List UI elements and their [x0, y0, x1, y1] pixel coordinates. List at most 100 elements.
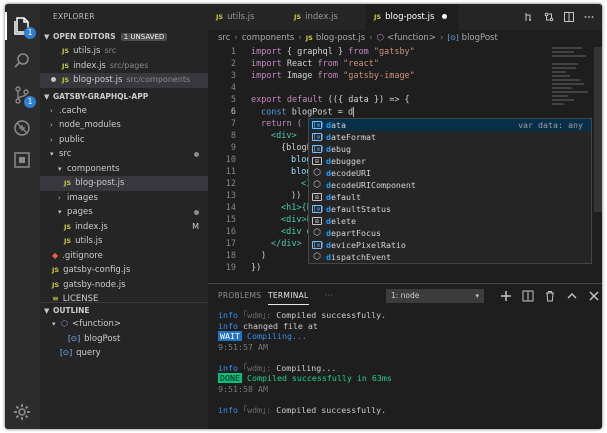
more-actions-icon[interactable] [584, 12, 594, 22]
suggestion-item[interactable]: ⬡ departFocus [309, 227, 591, 239]
tree-item-gitignore[interactable]: ◆ .gitignore [40, 249, 208, 264]
split-editor-icon[interactable] [564, 12, 574, 22]
open-editor-name: blog-post.js [73, 75, 123, 85]
keyword-token: from [317, 59, 339, 69]
terminal-line: info ｢wdm｣: Compiling... [218, 363, 594, 374]
suggestion-item[interactable]: [⊙] debug [309, 143, 591, 155]
files-icon[interactable]: 1 [5, 12, 36, 40]
function-cube-icon: ⬡ [313, 180, 321, 190]
tab-index[interactable]: JS index.js [286, 4, 366, 30]
split-terminal-icon[interactable] [522, 290, 534, 302]
debug-icon[interactable] [12, 118, 32, 138]
breadcrumb-item[interactable]: blogPost [462, 33, 498, 43]
trash-icon[interactable] [544, 290, 556, 302]
line-number: 14 [225, 203, 236, 213]
chevron-right-icon: › [234, 33, 238, 43]
tree-item-label: node_modules [59, 120, 121, 130]
add-terminal-icon[interactable] [500, 290, 512, 302]
variable-icon: [⊙] [312, 241, 324, 249]
terminal-select-value: 1: node [391, 291, 420, 300]
tree-item-src[interactable]: ▾ src [40, 147, 208, 162]
log-source: ｢wdm｣: [237, 404, 272, 415]
outline-item-query[interactable]: [⊙] query [40, 346, 208, 361]
code-line: )) [291, 191, 302, 201]
tab-problems[interactable]: PROBLEMS [218, 284, 261, 308]
line-number: 4 [230, 83, 236, 93]
suggestion-item[interactable]: [⊙] defaultStatus [309, 203, 591, 215]
tree-item-license[interactable]: ≡ LICENSE [40, 292, 208, 302]
keyword-token: import [251, 47, 282, 57]
breadcrumb-item[interactable]: blog-post.js [316, 33, 365, 43]
tab-blog-post[interactable]: JS blog-post.js [366, 4, 458, 30]
open-editor-item[interactable]: JS index.js src/pages [40, 59, 208, 74]
suggestion-item[interactable]: [⊙] data var data: any [309, 119, 591, 131]
tree-item-node-modules[interactable]: › node_modules [40, 118, 208, 133]
breadcrumb-item[interactable]: src [218, 33, 230, 43]
tree-item-public[interactable]: › public [40, 133, 208, 148]
variable-icon: [⊙] [60, 348, 73, 357]
project-header[interactable]: ▼ GATSBY-GRAPHQL-APP [40, 90, 208, 104]
open-changes-icon[interactable] [524, 12, 534, 22]
tree-item-blog-post[interactable]: JS blog-post.js [40, 176, 208, 191]
variable-icon: [⊙] [312, 133, 324, 141]
open-editors-header[interactable]: ▼ OPEN EDITORS 1 UNSAVED [40, 30, 208, 44]
tree-item-gatsby-node[interactable]: JS gatsby-node.js [40, 278, 208, 293]
tree-item-utils[interactable]: JS utils.js [40, 234, 208, 249]
outline-item-function[interactable]: ▾ ⬡ <function> [40, 317, 208, 332]
minimap[interactable] [552, 47, 594, 117]
suggestion-item[interactable]: ⊞ debugger [309, 155, 591, 167]
suggestion-item[interactable]: [⊙] devicePixelRatio [309, 239, 591, 251]
tree-item-label: gatsby-config.js [63, 265, 131, 275]
tree-item-label: index.js [75, 221, 108, 232]
open-editor-item[interactable]: JS utils.js src [40, 44, 208, 59]
suggestion-item[interactable]: [⊙] dateFormat [309, 131, 591, 143]
terminal-select[interactable]: 1: node ▾ [386, 289, 484, 303]
breadcrumb-item[interactable]: <function> [387, 33, 436, 43]
tree-item-index[interactable]: JS index.js M [40, 220, 208, 235]
source-control-icon[interactable]: 1 [12, 85, 36, 108]
tree-item-label: src [59, 149, 72, 159]
suggestion-item[interactable]: ⊞ default [309, 191, 591, 203]
code-token: (({ data }) => { [322, 95, 410, 105]
terminal-line: info ｢wdm｣: Compiled successfully. [218, 310, 594, 321]
line-number: 10 [225, 155, 236, 165]
close-icon[interactable] [588, 290, 600, 302]
variable-icon: [⊙] [312, 121, 324, 129]
suggestion-item[interactable]: ⬡ dispatchEvent [309, 251, 591, 263]
git-compare-icon[interactable] [544, 12, 554, 22]
code-line: export default (({ data }) => { [251, 95, 410, 105]
log-level: info [218, 320, 238, 331]
keyword-icon: ⊞ [312, 217, 322, 225]
tree-item-cache[interactable]: › .cache [40, 104, 208, 119]
tree-item-pages[interactable]: ▾ pages [40, 205, 208, 220]
breadcrumb-item[interactable]: components [242, 33, 295, 43]
suggestion-item[interactable]: ⊞ delete [309, 215, 591, 227]
code-token: { graphql } [281, 47, 349, 57]
gear-icon[interactable] [12, 402, 32, 422]
terminal-output[interactable]: info ｢wdm｣: Compiled successfully. info … [218, 310, 594, 415]
outline-header[interactable]: ▼ OUTLINE [40, 302, 208, 317]
search-icon[interactable] [12, 51, 32, 71]
keyword-icon: ⊞ [312, 193, 322, 201]
tab-label: utils.js [227, 12, 255, 22]
js-file-icon: JS [62, 61, 70, 70]
tree-item-label: public [59, 134, 85, 145]
tab-terminal[interactable]: TERMINAL [268, 284, 309, 308]
line-number: 15 [225, 215, 236, 225]
tree-item-components[interactable]: ▾ components [40, 162, 208, 177]
variable-icon: [⊙] [312, 205, 324, 213]
editor-scrollbar[interactable] [594, 47, 602, 212]
open-editor-item[interactable]: JS blog-post.js src/components [40, 73, 208, 88]
log-source: ｢wdm｣: [237, 310, 272, 320]
tab-utils[interactable]: JS utils.js [208, 4, 286, 30]
more-tabs-button[interactable]: ··· [325, 284, 333, 308]
suggestion-item[interactable]: ⬡ decodeURIComponent [309, 179, 591, 191]
chevron-up-icon[interactable] [566, 290, 578, 302]
suggestion-item[interactable]: ⬡ decodeURI [309, 167, 591, 179]
tree-item-images[interactable]: › images [40, 191, 208, 206]
tree-item-gatsby-config[interactable]: JS gatsby-config.js [40, 263, 208, 278]
code-token: React [281, 59, 318, 69]
extensions-icon[interactable] [12, 150, 32, 170]
outline-item-blogpost[interactable]: [⊙] blogPost [40, 332, 208, 347]
